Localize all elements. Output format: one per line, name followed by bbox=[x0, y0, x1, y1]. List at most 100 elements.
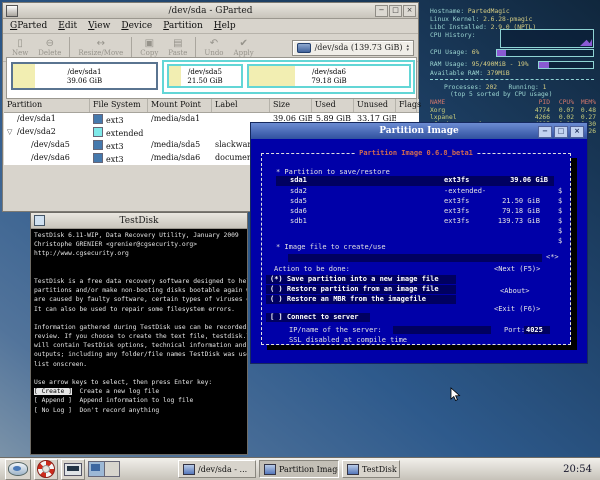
copy-button[interactable]: ▣Copy bbox=[135, 38, 163, 57]
exit-button[interactable]: <Exit (F6)> bbox=[494, 305, 540, 313]
testdisk-menu-item[interactable]: [ Create ] Create a new log file bbox=[34, 387, 247, 396]
partition-list-item-selected[interactable]: sda1ext3fs39.06 GiB bbox=[276, 176, 554, 186]
help-button[interactable] bbox=[34, 459, 58, 480]
new-button[interactable]: ▯New bbox=[7, 38, 33, 57]
paste-button[interactable]: ▤Paste bbox=[163, 38, 192, 57]
column-header-used[interactable]: Used bbox=[312, 99, 354, 112]
terminal-line: Christophe GRENIER <grenier@cgsecurity.o… bbox=[34, 240, 247, 249]
taskbar-task-partition-image[interactable]: Partition Image bbox=[259, 460, 339, 478]
partition-table-header: PartitionFile SystemMount PointLabelSize… bbox=[4, 99, 419, 113]
undo-button[interactable]: ↶Undo bbox=[199, 38, 228, 57]
close-button[interactable]: × bbox=[403, 5, 416, 17]
image-file-section-label: * Image file to create/use bbox=[276, 243, 386, 251]
listbox-scrollbar[interactable]: $ bbox=[558, 187, 562, 195]
server-input[interactable] bbox=[393, 326, 491, 334]
menu-option-label[interactable]: [ No Log ] bbox=[34, 407, 72, 414]
taskbar-task--dev-sda-[interactable]: /dev/sda - ... bbox=[178, 460, 256, 478]
partition-box-sda5[interactable]: /dev/sda521.50 GiB bbox=[167, 64, 243, 88]
partition-list-item[interactable]: sda6 bbox=[290, 207, 307, 215]
terminal-line: http://www.cgsecurity.org bbox=[34, 249, 247, 258]
partition-list-item[interactable]: sda5 bbox=[290, 197, 307, 205]
info-line: Linux Kernel: 2.6.28-pmagic bbox=[430, 16, 532, 23]
maximize-button[interactable]: □ bbox=[389, 5, 402, 17]
action-radio-2[interactable]: ( ) Restore an MBR from the imagefile bbox=[266, 295, 456, 304]
terminal-line bbox=[34, 369, 247, 378]
minimize-button[interactable]: − bbox=[375, 5, 388, 17]
menu-option-label[interactable]: [ Append ] bbox=[34, 397, 72, 404]
about-button[interactable]: <About> bbox=[500, 287, 530, 295]
partimage-title: Partition Image bbox=[379, 126, 459, 136]
listbox-scrollbar[interactable]: $ bbox=[558, 197, 562, 205]
menu-view[interactable]: View bbox=[88, 21, 110, 31]
workspace-pager[interactable] bbox=[88, 461, 120, 477]
port-input[interactable]: 4025 bbox=[524, 326, 550, 334]
minimize-button[interactable]: − bbox=[538, 126, 552, 138]
taskbar-task-testdisk[interactable]: TestDisk bbox=[342, 460, 400, 478]
column-header-mount-point[interactable]: Mount Point bbox=[148, 99, 212, 112]
column-header-file-system[interactable]: File System bbox=[90, 99, 148, 112]
terminal-line: review. If you choose to create the text… bbox=[34, 332, 247, 341]
column-header-flags[interactable]: Flags bbox=[396, 99, 417, 112]
copy-icon: ▣ bbox=[145, 38, 154, 49]
maximize-button[interactable]: □ bbox=[554, 126, 568, 138]
partition-box-sda6[interactable]: /dev/sda679.18 GiB bbox=[247, 64, 411, 88]
menu-gparted[interactable]: GParted bbox=[10, 21, 47, 31]
close-button[interactable]: × bbox=[570, 126, 584, 138]
disk-icon bbox=[297, 43, 311, 53]
terminal-line: Information gathered during TestDisk use… bbox=[34, 323, 247, 332]
terminal-line: list onscreen. bbox=[34, 360, 247, 369]
terminal-line: TestDisk 6.11-WIP, Data Recovery Utility… bbox=[34, 231, 247, 240]
menu-help[interactable]: Help bbox=[214, 21, 236, 31]
listbox-scrollbar[interactable]: $ bbox=[558, 207, 562, 215]
start-menu-button[interactable] bbox=[5, 459, 31, 480]
partition-cell: ▽/dev/sda2 bbox=[4, 126, 90, 139]
terminal-line: Use arrow keys to select, then press Ent… bbox=[34, 378, 247, 387]
workspace-1[interactable] bbox=[89, 462, 105, 476]
workspace-2[interactable] bbox=[105, 462, 120, 476]
apply-button[interactable]: ✔Apply bbox=[229, 38, 259, 57]
resize-move-icon: ↔ bbox=[97, 38, 105, 49]
column-header-label[interactable]: Label bbox=[212, 99, 270, 112]
listbox-scrollbar[interactable]: $ bbox=[558, 237, 562, 245]
device-combo[interactable]: /dev/sda (139.73 GiB) ▴▾ bbox=[292, 40, 414, 56]
menu-partition[interactable]: Partition bbox=[163, 21, 203, 31]
expander-icon[interactable]: ▽ bbox=[7, 128, 17, 136]
menu-option-label[interactable]: [ Create ] bbox=[34, 388, 72, 395]
action-radio-1[interactable]: ( ) Restore partition from an image file bbox=[266, 285, 456, 294]
partimage-titlebar[interactable]: Partition Image −□× bbox=[251, 123, 587, 139]
filesystem-cell: ext3 bbox=[90, 113, 148, 126]
column-header-unused[interactable]: Unused bbox=[354, 99, 396, 112]
cpu-graph-spike bbox=[580, 39, 592, 46]
terminal-line: It can also be used to repair some files… bbox=[34, 305, 247, 314]
partition-cell: /dev/sda6 bbox=[4, 152, 90, 165]
next-button[interactable]: <Next (F5)> bbox=[494, 265, 540, 273]
listbox-scrollbar[interactable]: $ bbox=[558, 217, 562, 225]
delete-button[interactable]: ⊖Delete bbox=[33, 38, 66, 57]
image-file-input[interactable] bbox=[288, 254, 542, 262]
gparted-titlebar[interactable]: /dev/sda - GParted −□× bbox=[3, 3, 418, 19]
connect-to-server-checkbox[interactable]: [ ] Connect to server bbox=[266, 313, 370, 322]
terminal-line: will contain TestDisk options, technical… bbox=[34, 341, 247, 350]
testdisk-titlebar[interactable]: TestDisk bbox=[31, 213, 247, 229]
action-radio-0[interactable]: (*) Save partition into a new image file bbox=[266, 275, 456, 284]
top-sorted-line: (top 5 sorted by CPU usage) bbox=[450, 91, 552, 98]
menu-device[interactable]: Device bbox=[121, 21, 152, 31]
column-header-size[interactable]: Size bbox=[270, 99, 312, 112]
menu-edit[interactable]: Edit bbox=[58, 21, 77, 31]
partition-list-item[interactable]: sda2 bbox=[290, 187, 307, 195]
filesystem-cell: ext3 bbox=[90, 152, 148, 165]
ram-usage-bar bbox=[538, 61, 594, 69]
partimage-dialog-body: Partition Image 0.6.8_beta1 * Partition … bbox=[251, 139, 587, 363]
terminal-launcher-button[interactable] bbox=[61, 459, 85, 480]
testdisk-menu-item[interactable]: [ No Log ] Don't record anything bbox=[34, 406, 247, 415]
partition-box-sda1[interactable]: /dev/sda139.06 GiB bbox=[11, 62, 158, 90]
terminal-line bbox=[34, 268, 247, 277]
listbox-scrollbar[interactable]: $ bbox=[558, 227, 562, 235]
testdisk-menu-item[interactable]: [ Append ] Append information to log fil… bbox=[34, 396, 247, 405]
ram-usage-line: RAM Usage: 95/490MiB - 19% bbox=[430, 61, 529, 68]
column-header-partition[interactable]: Partition bbox=[4, 99, 90, 112]
resize-move-button[interactable]: ↔Resize/Move bbox=[73, 38, 128, 57]
parted-magic-icon bbox=[8, 462, 28, 476]
cpu-usage-line: CPU Usage: 6% bbox=[430, 49, 479, 56]
partition-list-item[interactable]: sdb1 bbox=[290, 217, 307, 225]
